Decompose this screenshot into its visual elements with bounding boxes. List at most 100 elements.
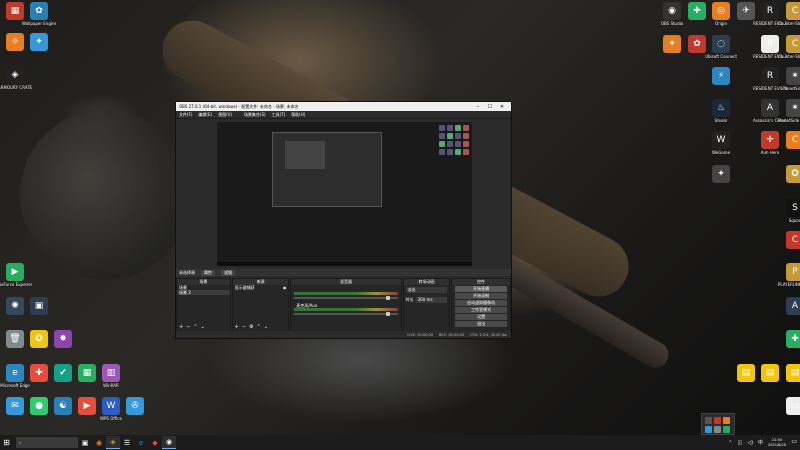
desktop-shortcut[interactable]: ◈ ARMOURY CRATE xyxy=(0,66,32,90)
app-icon: ✉ xyxy=(6,397,24,415)
visibility-icon[interactable]: ◉ xyxy=(283,285,289,290)
tray-app-icon[interactable] xyxy=(723,417,730,424)
minimize-icon[interactable]: – xyxy=(472,104,484,110)
app-icon: ▤ xyxy=(737,364,755,382)
windows-start-icon[interactable]: ⊞ xyxy=(0,436,13,449)
tray-app-icon[interactable] xyxy=(714,426,721,433)
move-down-icon[interactable]: ⌄ xyxy=(264,324,268,330)
close-icon[interactable]: ✕ xyxy=(496,104,508,110)
duration-input[interactable]: 300 ms xyxy=(415,297,448,303)
taskbar-app-icon[interactable]: ◉ xyxy=(92,436,106,449)
add-icon[interactable]: + xyxy=(179,324,183,330)
menu-scene-collection[interactable]: 场景集合(S) xyxy=(244,112,266,118)
tray-app-icon[interactable] xyxy=(714,417,721,424)
desktop-shortcut[interactable]: PPLAYERUNKNOWN'S BATTLEGR... xyxy=(778,263,800,287)
app-icon: ▶ xyxy=(78,397,96,415)
volume-icon[interactable]: ◁) xyxy=(747,440,753,446)
obs-window[interactable]: OBS 27.0.1 (64-bit, windows) - 配置文件: 未命名… xyxy=(175,101,512,339)
desktop-shortcut-label: PLAYERUNKNOWN'S BATTLEGR... xyxy=(778,282,800,287)
menu-help[interactable]: 帮助(H) xyxy=(291,112,305,118)
gear-icon[interactable]: ⚙ xyxy=(249,324,253,330)
taskbar-app-icon[interactable]: ☰ xyxy=(120,436,134,449)
app-icon: R xyxy=(761,35,779,53)
chevron-up-icon[interactable]: ⌃ xyxy=(728,440,732,446)
app-icon: C xyxy=(786,2,800,20)
app-icon: C xyxy=(786,231,800,249)
nested-preview-frame xyxy=(285,141,325,169)
desktop-shortcut[interactable]: ✇ xyxy=(120,397,150,416)
desktop-shortcut[interactable]: ▶GeForce Experience xyxy=(0,263,32,287)
desktop-shortcut[interactable]: W WeGame xyxy=(706,131,736,155)
desktop-shortcut-label: WinRAR xyxy=(103,383,119,388)
desktop-shortcut[interactable]: ✚ xyxy=(780,330,800,349)
desktop-shortcut[interactable]: ✿ Wallpaper Engine xyxy=(22,2,56,26)
studio-mode-button[interactable]: 工作室模式 xyxy=(455,307,507,313)
source-item[interactable]: 显示器捕获 ◉ xyxy=(233,285,289,290)
exit-button[interactable]: 退出 xyxy=(455,321,507,327)
menu-file[interactable]: 文件(F) xyxy=(179,112,192,118)
desktop-shortcut[interactable]: CCounter-Strike: Global Off... xyxy=(778,35,800,59)
taskbar-app-icon[interactable]: ◆ xyxy=(148,436,162,449)
transition-type-select[interactable]: 淡出 xyxy=(405,287,448,293)
desktop-shortcut[interactable]: C xyxy=(780,131,800,150)
move-up-icon[interactable]: ⌃ xyxy=(257,324,261,330)
desktop-shortcut[interactable]: ✶PlanetSide 2 - Test xyxy=(778,99,800,123)
desktop-shortcut[interactable]: SSquad xyxy=(780,199,800,223)
desktop-shortcut[interactable]: ✪ xyxy=(780,165,800,184)
remove-icon[interactable]: − xyxy=(186,324,190,330)
task-view-icon[interactable]: ▣ xyxy=(78,436,92,449)
menu-view[interactable]: 视图(V) xyxy=(218,112,232,118)
start-recording-button[interactable]: 开始录制 xyxy=(455,293,507,299)
move-down-icon[interactable]: ⌄ xyxy=(201,324,205,330)
scene-item[interactable]: 场景 2 xyxy=(177,290,230,295)
tray-app-icon[interactable] xyxy=(705,426,712,433)
obs-titlebar[interactable]: OBS 27.0.1 (64-bit, windows) - 配置文件: 未命名… xyxy=(176,102,511,111)
filters-button[interactable]: 滤镜 xyxy=(221,269,235,276)
app-icon: ▦ xyxy=(6,2,24,20)
desktop-shortcut[interactable]: ✶PlanetSide 2 xyxy=(780,67,800,91)
app-icon: ♨ xyxy=(712,99,730,117)
properties-button[interactable]: 属性 xyxy=(201,269,215,276)
taskbar-app-icon[interactable]: ◈ xyxy=(106,436,120,449)
network-icon[interactable]: ◫ xyxy=(738,440,743,446)
tray-app-icon[interactable] xyxy=(705,417,712,424)
remove-icon[interactable]: − xyxy=(242,324,246,330)
desktop-shortcut[interactable]: CCounter-Strike: Global Off... xyxy=(778,2,800,26)
move-up-icon[interactable]: ⌃ xyxy=(193,324,197,330)
desktop-shortcut[interactable]: ✸ xyxy=(48,330,78,349)
tray-app-icon[interactable] xyxy=(723,426,730,433)
settings-button[interactable]: 设置 xyxy=(455,314,507,320)
desktop-shortcut[interactable]: ▥ WinRAR xyxy=(96,364,126,388)
desktop-shortcut[interactable]: A xyxy=(780,297,800,316)
ime-icon[interactable]: 中 xyxy=(758,439,763,446)
tray-overflow-popup xyxy=(701,413,735,435)
start-streaming-button[interactable]: 开始直播 xyxy=(455,286,507,292)
maximize-icon[interactable]: ☐ xyxy=(484,104,496,110)
clock[interactable]: 21:50 2021/8/20 xyxy=(768,438,786,447)
desktop-shortcut[interactable]: ▤ xyxy=(780,364,800,383)
volume-slider[interactable] xyxy=(294,296,398,300)
desktop-shortcut[interactable]: ✦ xyxy=(24,33,54,52)
edge-icon[interactable]: e xyxy=(134,436,148,449)
desktop-shortcut[interactable]: ⚡ xyxy=(706,67,736,86)
virtual-camera-button[interactable]: 启动虚拟摄像机 xyxy=(455,300,507,306)
docks-area: 场景 场景 场景 2 + − ⌃ ⌄ 来源 显示器捕获 ◉ + − ⚙ ⌃ ⌄ xyxy=(176,278,511,332)
preview-canvas[interactable] xyxy=(217,122,472,266)
app-icon: ✇ xyxy=(126,397,144,415)
obs-taskbar-icon[interactable]: ◉ xyxy=(162,436,176,449)
desktop-shortcut[interactable]: ✺ xyxy=(0,297,30,316)
mixer-track-mic: 麦克风/Aux xyxy=(294,303,398,316)
volume-slider[interactable] xyxy=(294,312,398,316)
desktop-shortcut[interactable]: ✦ xyxy=(706,165,736,184)
menu-edit[interactable]: 编辑(E) xyxy=(198,112,212,118)
desktop-shortcut[interactable]: ◌ Ubisoft Connect xyxy=(705,35,737,59)
add-icon[interactable]: + xyxy=(235,324,239,330)
desktop-shortcut[interactable]: ♨ Steam xyxy=(706,99,736,123)
desktop-shortcut-label: Aim Hero xyxy=(760,150,780,155)
desktop-shortcut[interactable]: ▭ xyxy=(780,397,800,416)
notification-icon[interactable]: ▭ xyxy=(791,438,797,445)
app-icon: ▥ xyxy=(102,364,120,382)
desktop-shortcut[interactable]: C xyxy=(780,231,800,250)
menu-tools[interactable]: 工具(T) xyxy=(272,112,286,118)
taskbar-search-input[interactable]: ⌕ xyxy=(16,437,78,448)
